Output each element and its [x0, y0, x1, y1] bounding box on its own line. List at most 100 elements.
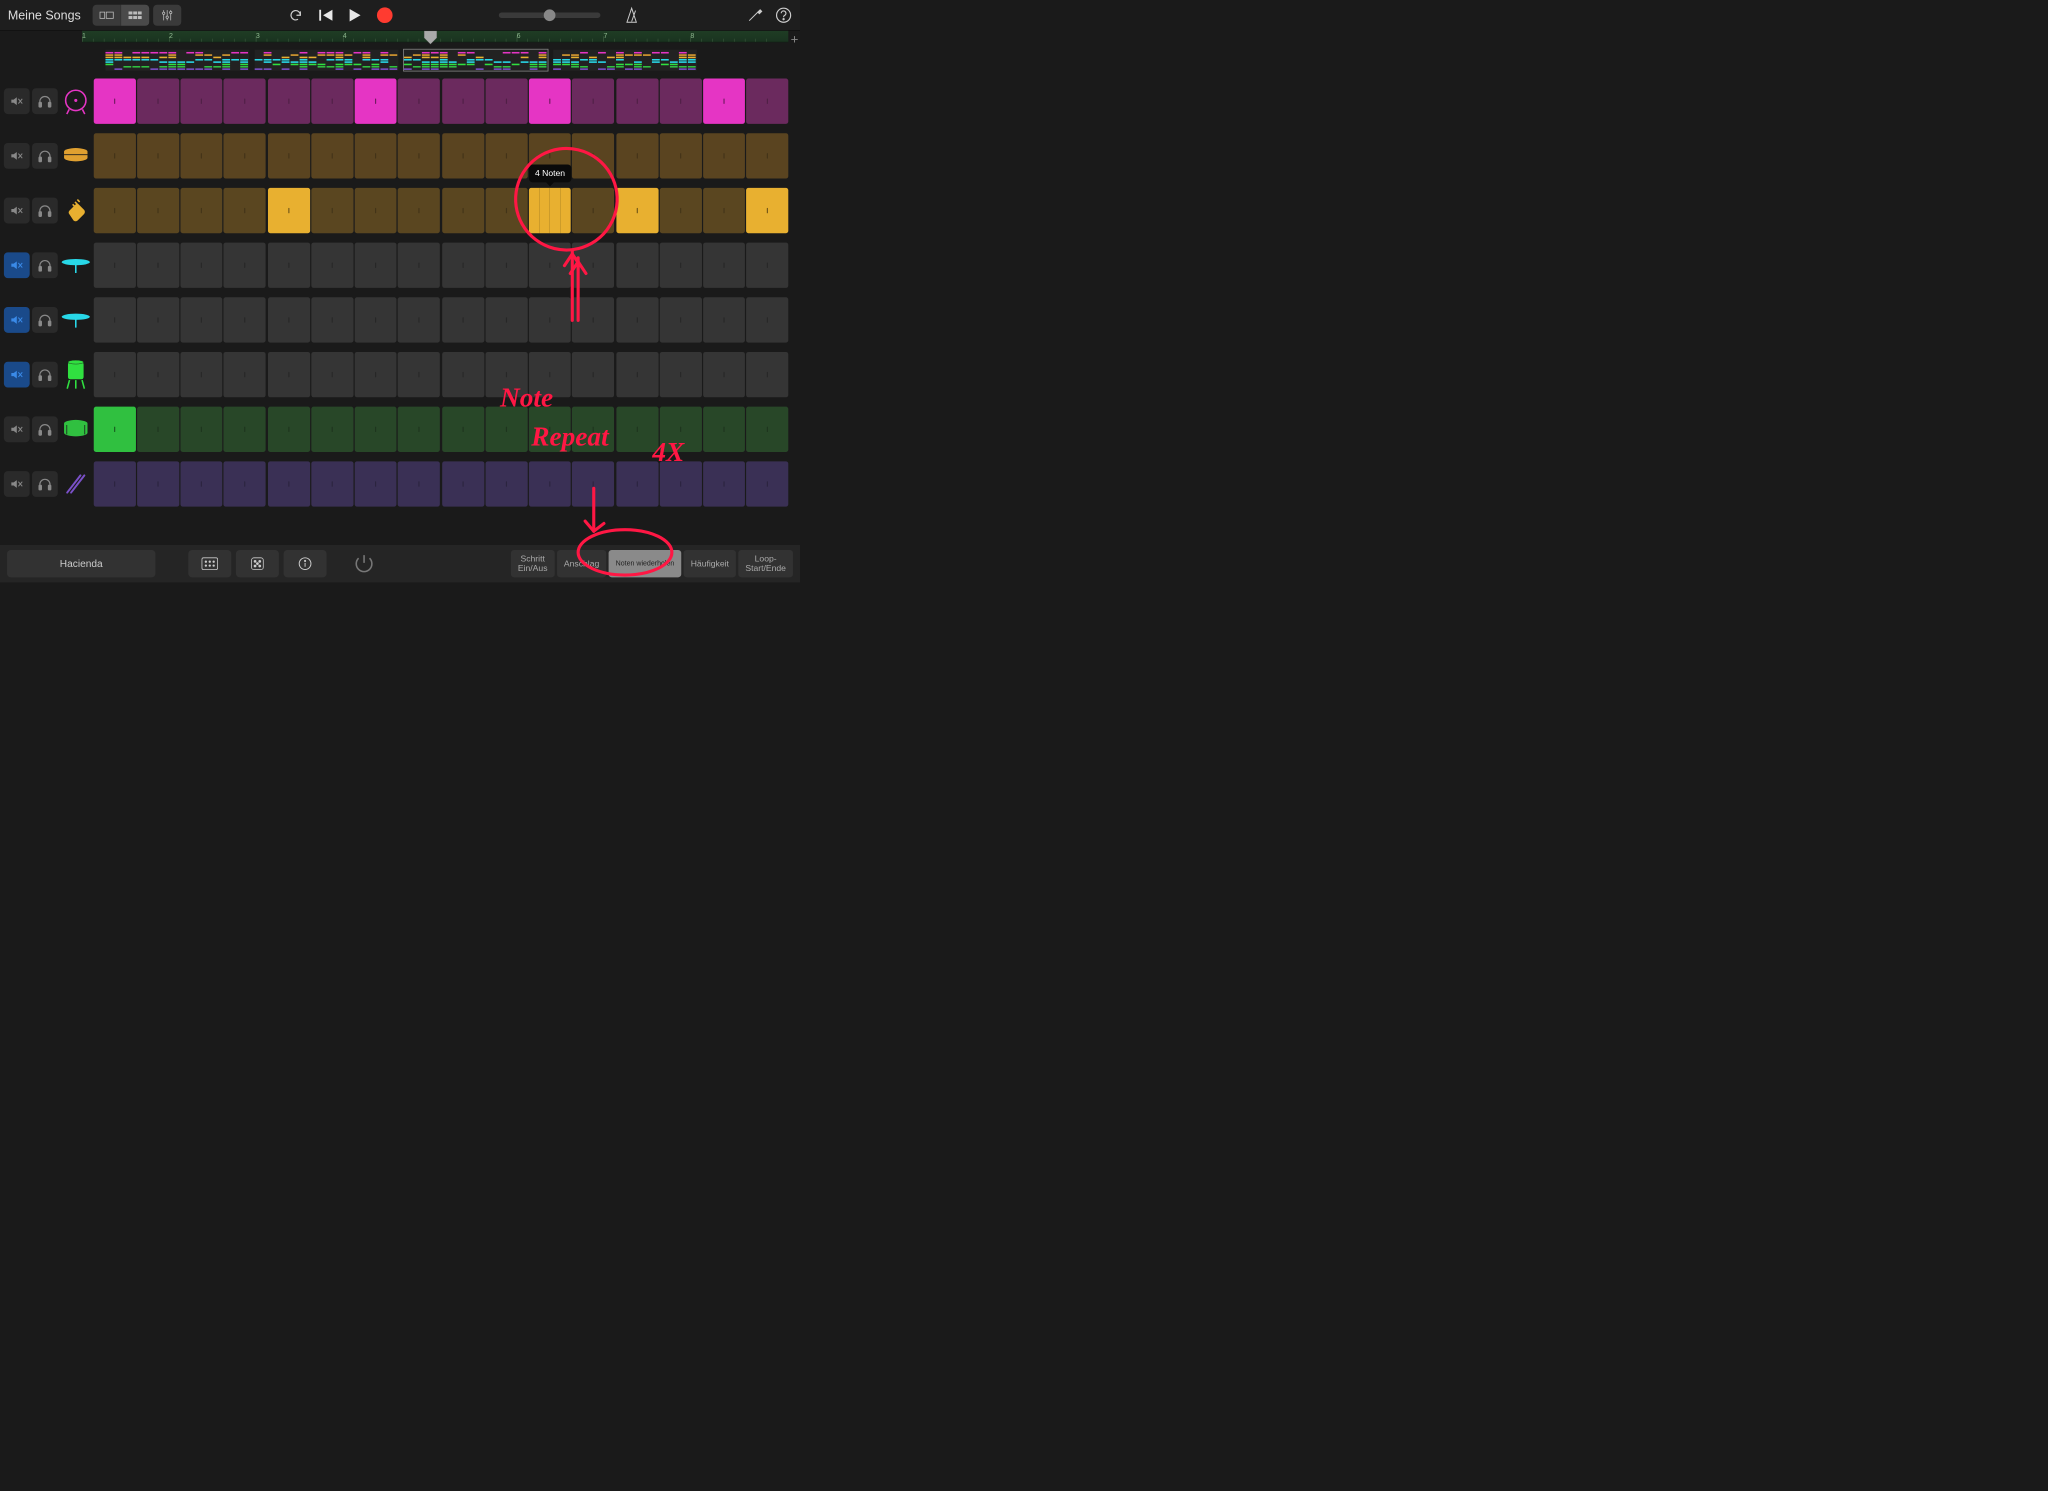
step-cell[interactable] [94, 133, 136, 178]
step-cell[interactable] [703, 133, 745, 178]
step-cell[interactable] [180, 297, 222, 342]
step-cell[interactable] [94, 297, 136, 342]
step-cell[interactable] [354, 133, 396, 178]
step-cell[interactable] [660, 79, 702, 124]
step-cell[interactable] [354, 243, 396, 288]
clap-icon[interactable] [60, 199, 91, 222]
step-cell[interactable] [94, 407, 136, 452]
step-cell[interactable] [703, 352, 745, 397]
rewind-button[interactable] [319, 9, 333, 22]
step-cell[interactable] [703, 297, 745, 342]
step-cell[interactable] [224, 243, 266, 288]
step-cell[interactable] [660, 297, 702, 342]
my-songs-button[interactable]: Meine Songs [8, 8, 81, 22]
step-cell[interactable] [485, 243, 527, 288]
step-cell[interactable] [354, 79, 396, 124]
step-cell[interactable] [442, 461, 484, 506]
step-cell[interactable] [180, 461, 222, 506]
metronome-button[interactable] [624, 7, 640, 24]
step-cell[interactable] [660, 352, 702, 397]
step-cell[interactable] [137, 243, 179, 288]
step-cell[interactable] [268, 188, 310, 233]
snare-icon[interactable] [60, 147, 91, 165]
step-cell[interactable] [616, 461, 658, 506]
power-button[interactable] [352, 551, 377, 576]
kick-icon[interactable] [60, 88, 91, 115]
step-cell[interactable] [398, 461, 440, 506]
step-cell[interactable] [746, 461, 788, 506]
step-cell[interactable] [268, 297, 310, 342]
step-cell[interactable] [485, 461, 527, 506]
step-cell[interactable] [398, 133, 440, 178]
step-cell[interactable] [746, 407, 788, 452]
step-cell[interactable] [703, 407, 745, 452]
mute-button[interactable] [4, 252, 30, 278]
step-cell[interactable] [442, 79, 484, 124]
step-cell[interactable] [660, 407, 702, 452]
tom-icon[interactable] [60, 360, 91, 390]
step-cell[interactable] [572, 79, 614, 124]
step-cell[interactable] [311, 243, 353, 288]
step-cell[interactable] [311, 352, 353, 397]
step-cell[interactable] [442, 243, 484, 288]
step-cell[interactable] [442, 297, 484, 342]
step-cell[interactable] [529, 243, 571, 288]
step-cell[interactable] [703, 79, 745, 124]
mode-tab[interactable]: Loop-Start/Ende [738, 550, 793, 577]
headphones-button[interactable] [32, 307, 58, 333]
step-cell[interactable] [442, 133, 484, 178]
step-cell[interactable] [94, 243, 136, 288]
step-cell[interactable] [137, 133, 179, 178]
step-cell[interactable] [703, 461, 745, 506]
step-cell[interactable] [354, 297, 396, 342]
step-cell[interactable] [572, 352, 614, 397]
step-cell[interactable] [311, 461, 353, 506]
step-cell[interactable] [94, 461, 136, 506]
step-cell[interactable] [224, 461, 266, 506]
step-cell[interactable] [180, 79, 222, 124]
step-cell[interactable] [180, 188, 222, 233]
step-cell[interactable] [746, 352, 788, 397]
step-cell[interactable] [224, 352, 266, 397]
info-button[interactable] [284, 550, 327, 577]
step-cell[interactable] [616, 133, 658, 178]
mixer-button[interactable] [153, 5, 181, 26]
step-cell[interactable] [224, 133, 266, 178]
step-cell[interactable] [746, 133, 788, 178]
step-cell[interactable] [572, 133, 614, 178]
step-cell[interactable] [137, 297, 179, 342]
step-cell[interactable] [354, 188, 396, 233]
step-cell[interactable] [268, 243, 310, 288]
step-cell[interactable] [311, 188, 353, 233]
step-cell[interactable] [485, 407, 527, 452]
step-cell[interactable] [398, 243, 440, 288]
headphones-button[interactable] [32, 88, 58, 114]
step-cell[interactable] [311, 407, 353, 452]
step-cell[interactable] [616, 352, 658, 397]
view-tracks-button[interactable] [92, 5, 120, 26]
step-cell[interactable] [746, 297, 788, 342]
step-cell[interactable] [311, 79, 353, 124]
mode-tab[interactable]: Häufigkeit [684, 550, 736, 577]
step-cell[interactable] [616, 297, 658, 342]
step-cell[interactable] [398, 188, 440, 233]
step-cell[interactable] [572, 297, 614, 342]
step-cell[interactable] [485, 79, 527, 124]
step-cell[interactable] [660, 133, 702, 178]
add-section-button[interactable]: + [791, 32, 799, 47]
cymbal-icon[interactable] [60, 257, 91, 273]
timeline-ruler[interactable]: 12345678 + [82, 31, 788, 47]
step-cell[interactable] [137, 188, 179, 233]
step-cell[interactable] [180, 243, 222, 288]
step-cell[interactable] [485, 352, 527, 397]
step-cell[interactable] [616, 188, 658, 233]
mode-tab[interactable]: SchrittEin/Aus [511, 550, 555, 577]
step-cell[interactable] [398, 352, 440, 397]
step-cell[interactable] [268, 461, 310, 506]
record-button[interactable] [377, 7, 393, 23]
step-cell[interactable] [616, 79, 658, 124]
mute-button[interactable] [4, 143, 30, 169]
step-cell[interactable] [529, 352, 571, 397]
step-cell[interactable] [268, 407, 310, 452]
pattern-1[interactable] [105, 50, 249, 71]
